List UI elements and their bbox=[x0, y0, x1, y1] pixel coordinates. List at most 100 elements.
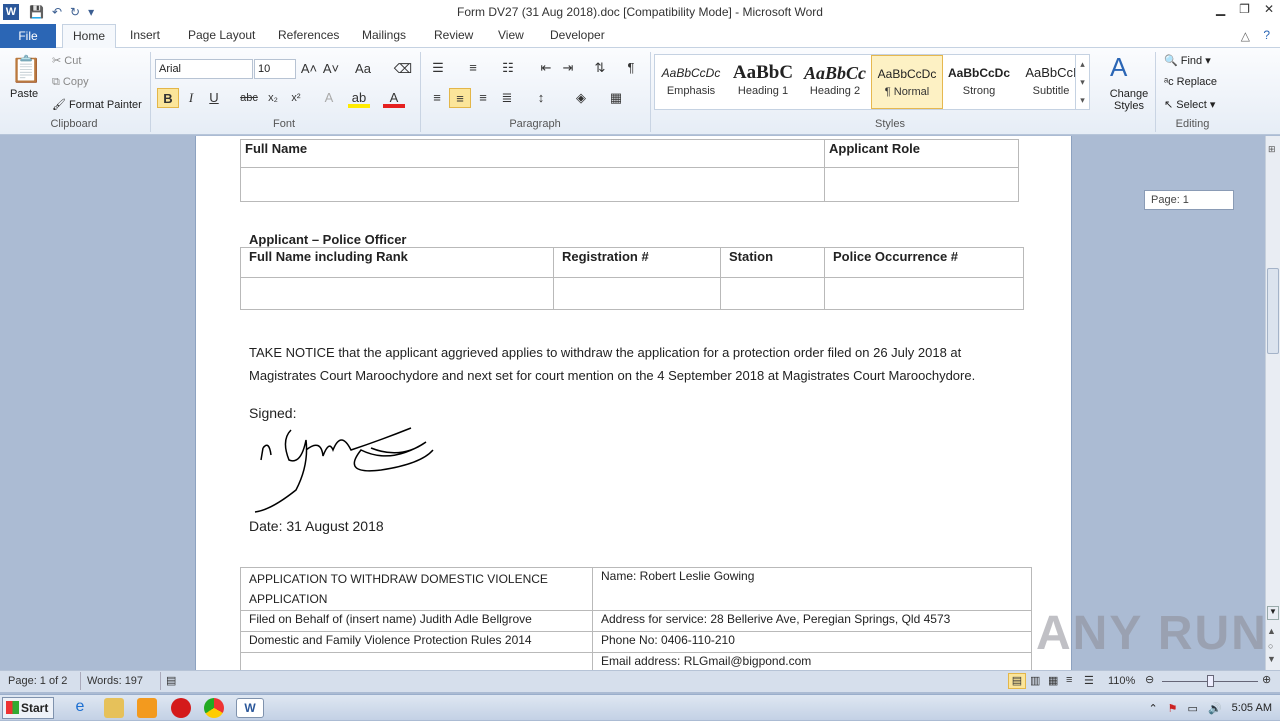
action-center-icon[interactable]: ⚑ bbox=[1168, 702, 1178, 715]
shading-icon[interactable]: ◈ bbox=[570, 88, 592, 108]
style-strong[interactable]: AaBbCcDc Strong bbox=[943, 55, 1015, 109]
previous-page-icon[interactable]: ▲ bbox=[1267, 626, 1276, 636]
align-left-icon[interactable]: ≡ bbox=[426, 88, 448, 108]
media-player-icon[interactable] bbox=[137, 698, 157, 718]
numbering-icon[interactable]: ≡ bbox=[462, 58, 484, 78]
minimize-ribbon-icon[interactable]: △ bbox=[1241, 29, 1250, 43]
styles-scroll[interactable]: ▴ ▾ ▾ bbox=[1075, 55, 1089, 109]
tab-developer[interactable]: Developer bbox=[550, 28, 605, 42]
style-normal[interactable]: AaBbCcDc ¶ Normal bbox=[871, 55, 943, 109]
bold-button[interactable]: B bbox=[157, 88, 179, 108]
clear-formatting-icon[interactable]: ⌫ bbox=[392, 59, 414, 79]
table-cell[interactable] bbox=[720, 277, 825, 310]
draft-icon[interactable]: ☰ bbox=[1084, 674, 1094, 687]
clock[interactable]: 5:05 AM bbox=[1232, 702, 1272, 714]
underline-button[interactable]: U bbox=[203, 88, 225, 108]
tab-mailings[interactable]: Mailings bbox=[362, 28, 406, 42]
opera-icon[interactable] bbox=[171, 698, 191, 718]
close-icon[interactable]: ✕ bbox=[1264, 2, 1274, 16]
ruler-toggle-icon[interactable]: ⊞ bbox=[1268, 144, 1276, 155]
start-button[interactable]: Start bbox=[2, 697, 54, 719]
find-button[interactable]: 🔍 Find ▾ bbox=[1164, 54, 1211, 67]
word-taskbar-button[interactable]: W bbox=[236, 698, 264, 718]
multilevel-list-icon[interactable]: ☷ bbox=[497, 58, 519, 78]
table-cell[interactable] bbox=[824, 277, 1024, 310]
subscript-button[interactable]: x₂ bbox=[262, 88, 284, 108]
sort-icon[interactable]: ⇅ bbox=[589, 58, 611, 78]
zoom-in-icon[interactable]: ⊕ bbox=[1262, 673, 1271, 686]
cursor-icon: ↖ bbox=[1164, 99, 1177, 111]
table-cell[interactable] bbox=[240, 277, 554, 310]
scroll-down-icon[interactable]: ▼ bbox=[1267, 606, 1279, 620]
maximize-icon[interactable]: ❐ bbox=[1239, 2, 1250, 16]
highlight-icon[interactable]: ab bbox=[348, 88, 370, 108]
style-heading-2[interactable]: AaBbCc Heading 2 bbox=[799, 55, 871, 109]
font-name-select[interactable]: Arial bbox=[155, 59, 253, 79]
tab-review[interactable]: Review bbox=[434, 28, 473, 42]
increase-indent-icon[interactable]: ⇥ bbox=[557, 58, 579, 78]
internet-explorer-icon[interactable]: e bbox=[70, 698, 90, 718]
line-spacing-icon[interactable]: ↕ bbox=[530, 88, 552, 108]
show-hidden-icons[interactable]: ⌃ bbox=[1148, 702, 1157, 715]
zoom-slider-thumb[interactable] bbox=[1207, 675, 1214, 687]
document-page[interactable]: Full Name Applicant Role Applicant – Pol… bbox=[195, 136, 1072, 670]
italic-button[interactable]: I bbox=[180, 88, 202, 108]
chrome-icon[interactable] bbox=[204, 698, 224, 718]
show-marks-icon[interactable]: ¶ bbox=[620, 58, 642, 78]
vertical-scrollbar[interactable]: ⊞ ▼ ▲ ○ ▼ bbox=[1265, 136, 1280, 670]
change-styles-button[interactable]: Change Styles bbox=[1108, 88, 1150, 112]
zoom-out-icon[interactable]: ⊖ bbox=[1145, 673, 1154, 686]
align-center-icon[interactable]: ≡ bbox=[449, 88, 471, 108]
style-heading-1[interactable]: AaBbC Heading 1 bbox=[727, 55, 799, 109]
paste-button[interactable]: Paste bbox=[10, 88, 38, 100]
decrease-indent-icon[interactable]: ⇤ bbox=[535, 58, 557, 78]
network-icon[interactable]: ▭ bbox=[1188, 702, 1198, 715]
table-cell[interactable] bbox=[240, 167, 825, 202]
outline-icon[interactable]: ≡ bbox=[1066, 674, 1072, 686]
select-button[interactable]: ↖ Select ▾ bbox=[1164, 98, 1215, 111]
web-layout-icon[interactable]: ▦ bbox=[1048, 674, 1058, 687]
replace-button[interactable]: ᵃc Replace bbox=[1164, 76, 1217, 88]
copy-button[interactable]: ⧉ Copy bbox=[52, 76, 89, 89]
volume-icon[interactable]: 🔊 bbox=[1208, 702, 1222, 715]
change-case-icon[interactable]: Aa bbox=[352, 59, 374, 79]
next-page-icon[interactable]: ▼ bbox=[1267, 654, 1276, 664]
align-right-icon[interactable]: ≡ bbox=[472, 88, 494, 108]
table-cell[interactable] bbox=[824, 167, 1019, 202]
tab-references[interactable]: References bbox=[278, 28, 339, 42]
table-cell[interactable] bbox=[553, 277, 721, 310]
system-tray: ⌃ ⚑ ▭ 🔊 5:05 AM bbox=[1148, 695, 1280, 721]
minimize-icon[interactable]: ▁ bbox=[1216, 2, 1225, 16]
borders-icon[interactable]: ▦ bbox=[605, 88, 627, 108]
tab-view[interactable]: View bbox=[498, 28, 524, 42]
shrink-font-icon[interactable]: A˅ bbox=[320, 59, 342, 79]
word-count[interactable]: Words: 197 bbox=[87, 675, 143, 687]
page-count[interactable]: Page: 1 of 2 bbox=[8, 675, 67, 687]
style-emphasis[interactable]: AaBbCcDc Emphasis bbox=[655, 55, 727, 109]
bullets-icon[interactable]: ☰ bbox=[427, 58, 449, 78]
font-size-select[interactable]: 10 bbox=[254, 59, 296, 79]
tab-insert[interactable]: Insert bbox=[130, 28, 160, 42]
text-effects-icon[interactable]: A bbox=[318, 88, 340, 108]
tab-home[interactable]: Home bbox=[62, 24, 116, 49]
help-icon[interactable]: ? bbox=[1263, 28, 1270, 42]
full-screen-reading-icon[interactable]: ▥ bbox=[1030, 674, 1040, 687]
cut-button[interactable]: ✂ Cut bbox=[52, 54, 81, 67]
paste-icon[interactable]: 📋 bbox=[10, 54, 42, 85]
superscript-button[interactable]: x² bbox=[285, 88, 307, 108]
change-styles-icon[interactable]: A bbox=[1110, 52, 1127, 83]
grow-font-icon[interactable]: A˄ bbox=[298, 59, 320, 79]
strikethrough-button[interactable]: abc bbox=[238, 88, 260, 108]
window-controls: ▁ ❐ ✕ bbox=[1216, 2, 1274, 16]
tab-file[interactable]: File bbox=[0, 24, 56, 48]
justify-icon[interactable]: ≣ bbox=[496, 88, 518, 108]
macro-record-icon[interactable]: ▤ bbox=[166, 674, 176, 687]
scroll-thumb[interactable] bbox=[1267, 268, 1279, 354]
browse-object-icon[interactable]: ○ bbox=[1268, 641, 1273, 651]
print-layout-icon[interactable]: ▤ bbox=[1008, 673, 1026, 689]
format-painter-button[interactable]: 🖌 Format Painter bbox=[52, 98, 142, 111]
explorer-folder-icon[interactable] bbox=[104, 698, 124, 718]
tab-page-layout[interactable]: Page Layout bbox=[188, 28, 255, 42]
font-color-icon[interactable]: A bbox=[383, 88, 405, 108]
zoom-level[interactable]: 110% bbox=[1108, 675, 1135, 687]
